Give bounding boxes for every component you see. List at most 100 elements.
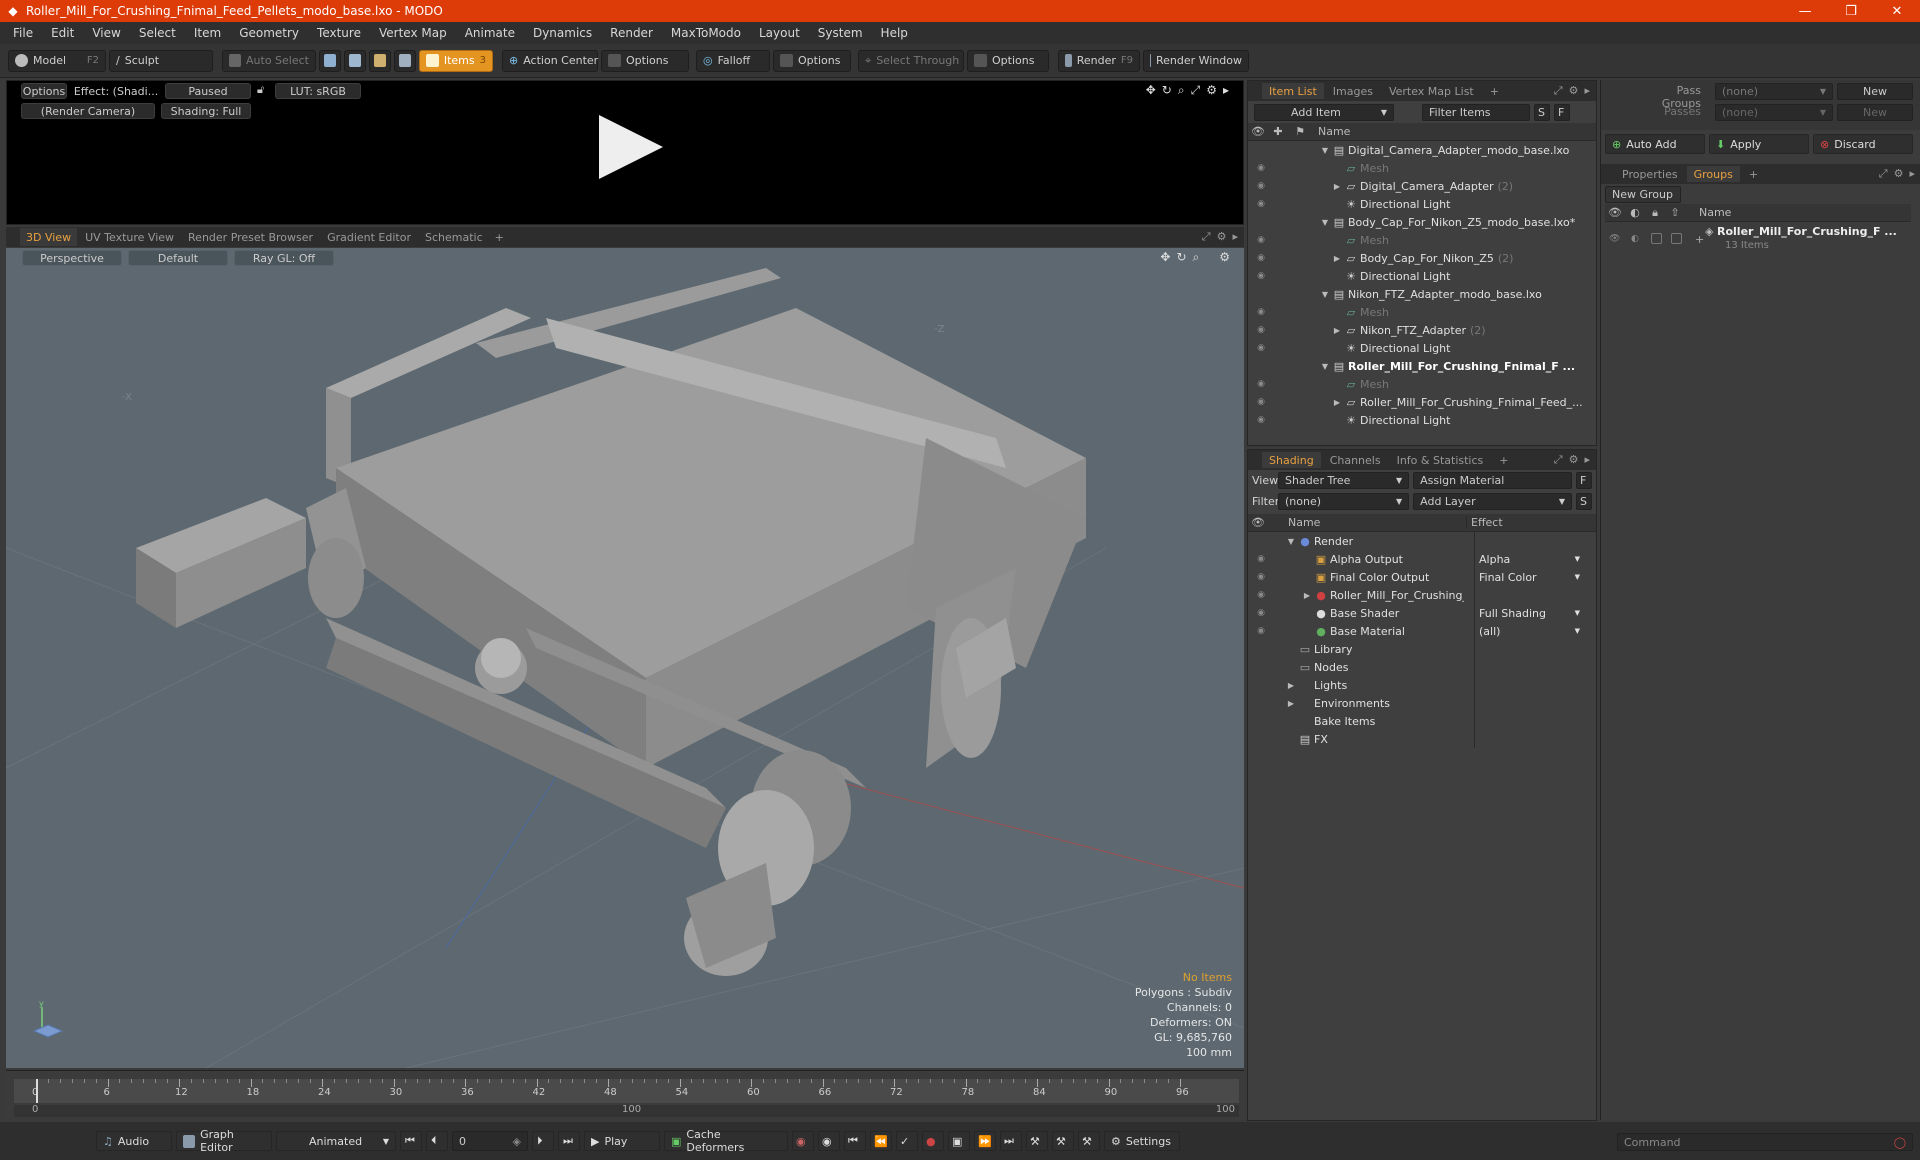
polygons-mode-button[interactable]	[369, 49, 391, 72]
timeline-ruler[interactable]: 06121824303642485460667278849096	[14, 1079, 1239, 1103]
item-list-row[interactable]: ◉ ☀ Directional Light	[1248, 195, 1596, 213]
move-view-icon[interactable]: ✥	[1146, 83, 1156, 98]
eye-icon[interactable]: ◉	[1254, 253, 1268, 263]
menu-vertex-map[interactable]: Vertex Map	[370, 26, 456, 40]
shader-tree-row[interactable]: Bake Items	[1248, 712, 1596, 730]
expand-icon[interactable]: +	[1695, 233, 1704, 246]
item-list-row[interactable]: ▼ ▤ Roller_Mill_For_Crushing_Fnimal_F ...	[1248, 357, 1596, 375]
menu-render[interactable]: Render	[601, 26, 662, 40]
play-preview-icon[interactable]	[599, 115, 663, 179]
items-mode-button[interactable]: Items 3	[419, 49, 493, 72]
expand-arrow-icon[interactable]: ▶	[1268, 699, 1294, 708]
add-item-dropdown[interactable]: Add Item ▼	[1254, 103, 1394, 121]
expand-arrow-icon[interactable]: ▶	[1268, 326, 1340, 335]
close-button[interactable]: ✕	[1874, 4, 1920, 19]
expand-arrow-icon[interactable]: ▶	[1268, 254, 1340, 263]
item-list-row[interactable]: ◉ ▶ ▱ Nikon_FTZ_Adapter (2)	[1248, 321, 1596, 339]
minimize-button[interactable]: —	[1782, 4, 1828, 19]
effect-dropdown[interactable]: Final Color ▼	[1474, 568, 1580, 586]
menu-layout[interactable]: Layout	[750, 26, 809, 40]
passes-dropdown[interactable]: (none) ▼	[1715, 104, 1833, 121]
animated-dropdown[interactable]: Animated ▼	[276, 1131, 396, 1151]
command-record-icon[interactable]: ◯	[1894, 1136, 1906, 1149]
visibility-col-icon[interactable]: 👁︎	[1248, 516, 1268, 529]
item-list-row[interactable]: ▼ ▤ Body_Cap_For_Nikon_Z5_modo_base.lxo*	[1248, 213, 1596, 231]
tab-uv-texture-view[interactable]: UV Texture View	[79, 228, 180, 246]
item-list-row[interactable]: ◉ ▶ ▱ Body_Cap_For_Nikon_Z5 (2)	[1248, 249, 1596, 267]
filter-f-button[interactable]: F	[1554, 103, 1570, 121]
audio-button[interactable]: ♫ Audio	[96, 1131, 172, 1151]
shading-s-button[interactable]: S	[1576, 493, 1592, 510]
keyframe-tool-11[interactable]: ⚒	[1078, 1131, 1100, 1151]
tab-vertex-map-list[interactable]: Vertex Map List	[1382, 83, 1481, 99]
eye-icon[interactable]: ◉	[1254, 608, 1268, 618]
item-list-row[interactable]: ◉ ☀ Directional Light	[1248, 411, 1596, 429]
visibility-col-icon[interactable]: 👁︎	[1248, 125, 1268, 138]
keyframe-tool-10[interactable]: ⚒	[1052, 1131, 1074, 1151]
eye-icon[interactable]: ◉	[1254, 271, 1268, 281]
vertices-mode-button[interactable]	[319, 49, 341, 72]
preview-camera-dropdown[interactable]: (Render Camera)	[21, 103, 155, 119]
render-toggle-icon[interactable]: ◐	[1631, 234, 1639, 244]
keyframe-tool-2[interactable]: ◉	[818, 1131, 840, 1151]
menu-view[interactable]: View	[83, 26, 129, 40]
preview-effect-dropdown[interactable]: Effect: (Shadi...	[73, 83, 159, 99]
menu-help[interactable]: Help	[872, 26, 917, 40]
preview-paused-button[interactable]: Paused	[165, 83, 251, 99]
eye-icon[interactable]: ◉	[1254, 379, 1268, 389]
rotate-view-icon[interactable]: ↻	[1162, 83, 1172, 98]
shader-tree-row[interactable]: ◉ ● Base Material (all) ▼	[1248, 622, 1596, 640]
apply-button[interactable]: ⬇ Apply	[1709, 134, 1809, 154]
item-list-row[interactable]: ◉ ▱ Mesh	[1248, 375, 1596, 393]
expand-arrow-icon[interactable]: ▼	[1268, 290, 1328, 299]
lock-col-icon[interactable]: 🔒︎	[1645, 206, 1665, 220]
keyframe-tool-1[interactable]: ◉	[792, 1131, 814, 1151]
select-col-icon[interactable]: ⇧	[1665, 206, 1685, 219]
preview-shading-dropdown[interactable]: Shading: Full	[161, 103, 251, 119]
assign-material-button[interactable]: Assign Material	[1413, 472, 1573, 489]
eye-icon[interactable]: 👁︎	[1609, 234, 1620, 244]
restore-button[interactable]: ❐	[1828, 4, 1874, 19]
keyframe-tool-4[interactable]: ⏪	[870, 1131, 892, 1151]
add-layer-dropdown[interactable]: Add Layer ▼	[1413, 493, 1573, 510]
add-tab-icon[interactable]: +	[491, 231, 508, 244]
filter-dropdown[interactable]: (none) ▼	[1278, 493, 1410, 510]
preview-options-button[interactable]: Options	[21, 83, 67, 99]
tab-info-statistics[interactable]: Info & Statistics	[1390, 452, 1491, 468]
lock-icon[interactable]: 🔓︎	[257, 83, 269, 99]
model-mode-button[interactable]: Model F2	[8, 49, 106, 72]
falloff-options-button[interactable]: Options	[773, 49, 851, 72]
menu-file[interactable]: File	[4, 26, 42, 40]
pass-groups-dropdown[interactable]: (none) ▼	[1715, 83, 1833, 100]
menu-maxtomodo[interactable]: MaxToModo	[662, 26, 750, 40]
keyframe-tool-9[interactable]: ⚒	[1026, 1131, 1048, 1151]
shader-tree-row[interactable]: ▭ Library	[1248, 640, 1596, 658]
graph-editor-button[interactable]: Graph Editor	[176, 1128, 272, 1154]
expand-arrow-icon[interactable]: ▼	[1268, 537, 1294, 546]
item-list-row[interactable]: ◉ ▶ ▱ Digital_Camera_Adapter (2)	[1248, 177, 1596, 195]
eye-icon[interactable]: ◉	[1254, 415, 1268, 425]
render-preview-viewport[interactable]: Options Effect: (Shadi... Paused 🔓︎ LUT:…	[6, 80, 1244, 225]
play-button[interactable]: ▶ Play	[584, 1131, 660, 1151]
shading-effect-col-header[interactable]: Effect	[1466, 516, 1503, 529]
maximize-panel-icon[interactable]: ⤢	[1554, 84, 1563, 98]
sculpt-mode-button[interactable]: ∕ Sculpt	[109, 49, 213, 72]
render-col-icon[interactable]: ⚑	[1288, 125, 1312, 138]
shader-tree-row[interactable]: ◉ ● Base Shader Full Shading ▼	[1248, 604, 1596, 622]
eye-icon[interactable]: ◉	[1254, 343, 1268, 353]
prev-key-button[interactable]: ⏴	[426, 1131, 448, 1151]
zoom-view-icon[interactable]: ⌕	[1178, 83, 1185, 98]
new-pass-button[interactable]: New	[1837, 104, 1913, 121]
next-key-button[interactable]: ⏵	[532, 1131, 554, 1151]
panel-menu-icon[interactable]: ▸	[1584, 84, 1590, 98]
filter-items-input[interactable]: Filter Items	[1422, 103, 1530, 121]
maximize-panel-icon[interactable]: ⤢	[1879, 167, 1888, 181]
tab-gradient-editor[interactable]: Gradient Editor	[321, 228, 417, 246]
menu-edit[interactable]: Edit	[42, 26, 83, 40]
record-button[interactable]: ●	[922, 1131, 944, 1151]
select-through-button[interactable]: ⌖ Select Through	[858, 49, 964, 72]
keyframe-tool-7[interactable]: ⏩	[974, 1131, 996, 1151]
item-list-row[interactable]: ◉ ☀ Directional Light	[1248, 339, 1596, 357]
item-list-row[interactable]: ▼ ▤ Digital_Camera_Adapter_modo_base.lxo	[1248, 141, 1596, 159]
menu-animate[interactable]: Animate	[456, 26, 524, 40]
